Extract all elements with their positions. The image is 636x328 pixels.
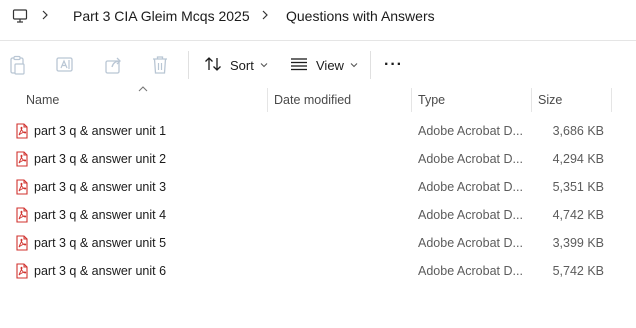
rename-icon[interactable] xyxy=(55,55,75,75)
toolbar-divider xyxy=(370,51,371,79)
file-size: 3,686 KB xyxy=(552,124,604,138)
more-options-button[interactable]: ··· xyxy=(384,53,403,77)
toolbar-divider xyxy=(188,51,189,79)
sort-icon xyxy=(204,56,222,75)
file-size: 5,351 KB xyxy=(552,180,604,194)
file-name: part 3 q & answer unit 1 xyxy=(34,124,167,138)
pdf-file-icon xyxy=(14,207,30,223)
file-row[interactable]: part 3 q & answer unit 2 Adobe Acrobat D… xyxy=(0,145,636,173)
file-size: 5,742 KB xyxy=(552,264,604,278)
view-label: View xyxy=(316,57,344,73)
pdf-file-icon xyxy=(14,179,30,195)
paste-icon[interactable] xyxy=(8,55,28,75)
pdf-file-icon xyxy=(14,123,30,139)
column-header-row: Name Date modified Type Size xyxy=(0,86,636,112)
breadcrumb-item-current[interactable]: Questions with Answers xyxy=(286,8,435,24)
sort-ascending-icon xyxy=(138,84,148,95)
file-type: Adobe Acrobat D... xyxy=(418,124,523,138)
file-row[interactable]: part 3 q & answer unit 1 Adobe Acrobat D… xyxy=(0,117,636,145)
chevron-down-icon xyxy=(260,60,268,70)
file-name: part 3 q & answer unit 4 xyxy=(34,208,167,222)
view-button[interactable]: View xyxy=(290,53,358,77)
chevron-right-icon[interactable] xyxy=(258,7,272,23)
file-name: part 3 q & answer unit 6 xyxy=(34,264,167,278)
address-bar: Part 3 CIA Gleim Mcqs 2025 Questions wit… xyxy=(0,0,636,34)
file-type: Adobe Acrobat D... xyxy=(418,264,523,278)
file-row[interactable]: part 3 q & answer unit 6 Adobe Acrobat D… xyxy=(0,257,636,285)
file-type: Adobe Acrobat D... xyxy=(418,208,523,222)
delete-icon[interactable] xyxy=(151,55,171,75)
pdf-file-icon xyxy=(14,151,30,167)
file-row[interactable]: part 3 q & answer unit 4 Adobe Acrobat D… xyxy=(0,201,636,229)
sort-button[interactable]: Sort xyxy=(204,53,268,77)
monitor-icon[interactable] xyxy=(12,8,28,27)
pdf-file-icon xyxy=(14,235,30,251)
file-list: part 3 q & answer unit 1 Adobe Acrobat D… xyxy=(0,117,636,285)
share-icon[interactable] xyxy=(104,55,124,75)
column-divider[interactable] xyxy=(531,88,532,112)
column-header-size[interactable]: Size xyxy=(538,93,562,107)
breadcrumb-item-folder[interactable]: Part 3 CIA Gleim Mcqs 2025 xyxy=(73,8,250,24)
column-divider[interactable] xyxy=(267,88,268,112)
column-header-type[interactable]: Type xyxy=(418,93,445,107)
file-size: 3,399 KB xyxy=(552,236,604,250)
file-name: part 3 q & answer unit 2 xyxy=(34,152,167,166)
file-row[interactable]: part 3 q & answer unit 3 Adobe Acrobat D… xyxy=(0,173,636,201)
column-header-date-modified[interactable]: Date modified xyxy=(274,93,351,107)
pdf-file-icon xyxy=(14,263,30,279)
file-name: part 3 q & answer unit 5 xyxy=(34,236,167,250)
command-bar: Sort View ··· xyxy=(0,40,636,89)
chevron-right-icon[interactable] xyxy=(38,7,52,23)
file-type: Adobe Acrobat D... xyxy=(418,180,523,194)
sort-label: Sort xyxy=(230,57,254,73)
file-type: Adobe Acrobat D... xyxy=(418,152,523,166)
file-size: 4,742 KB xyxy=(552,208,604,222)
chevron-down-icon xyxy=(350,60,358,70)
file-type: Adobe Acrobat D... xyxy=(418,236,523,250)
view-icon xyxy=(290,57,308,74)
column-header-name[interactable]: Name xyxy=(26,93,59,107)
file-name: part 3 q & answer unit 3 xyxy=(34,180,167,194)
column-divider[interactable] xyxy=(411,88,412,112)
column-divider[interactable] xyxy=(611,88,612,112)
file-size: 4,294 KB xyxy=(552,152,604,166)
file-row[interactable]: part 3 q & answer unit 5 Adobe Acrobat D… xyxy=(0,229,636,257)
